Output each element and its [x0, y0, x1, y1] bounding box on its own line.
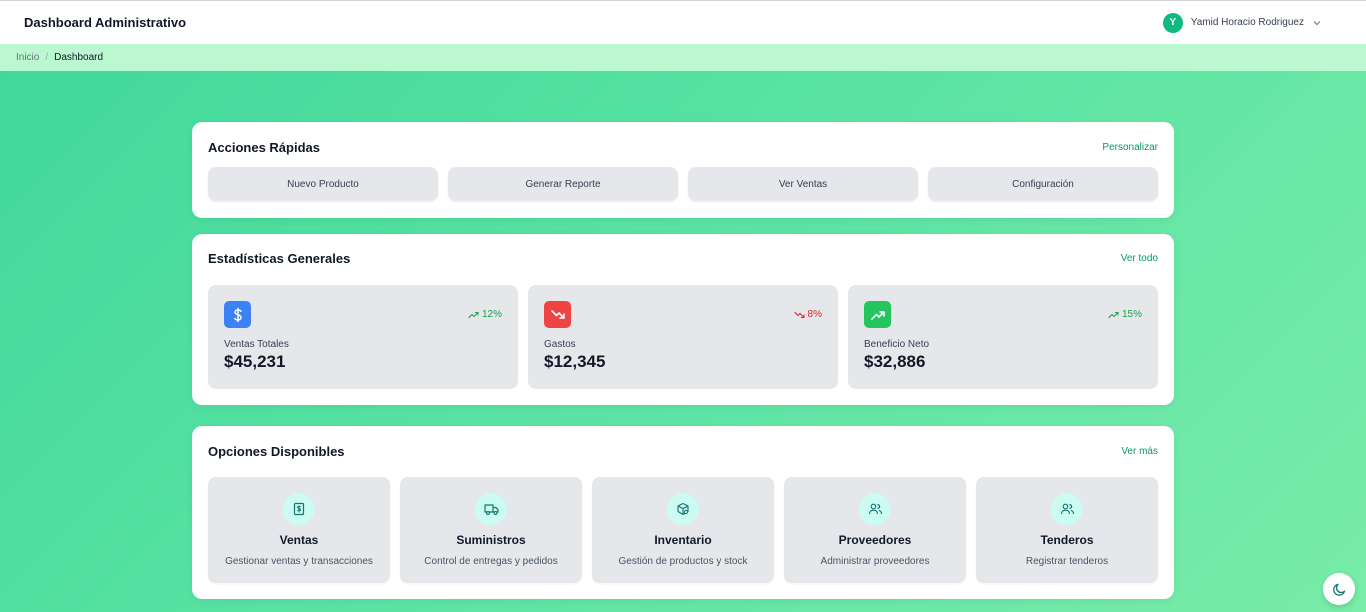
- customize-link[interactable]: Personalizar: [1102, 142, 1158, 153]
- stat-value: $12,345: [544, 352, 606, 371]
- truck-icon: [475, 493, 507, 525]
- trending-up-icon: [468, 311, 479, 318]
- view-sales-button[interactable]: Ver Ventas: [688, 167, 918, 201]
- view-all-link[interactable]: Ver todo: [1121, 253, 1158, 264]
- options-title: Opciones Disponibles: [208, 444, 345, 459]
- quick-actions-title: Acciones Rápidas: [208, 140, 320, 155]
- option-shopkeepers[interactable]: Tenderos Registrar tenderos: [976, 477, 1158, 583]
- option-description: Administrar proveedores: [820, 556, 930, 567]
- option-description: Gestión de productos y stock: [618, 556, 748, 567]
- stat-total-sales: 12% Ventas Totales $45,231: [208, 285, 518, 389]
- option-description: Registrar tenderos: [1025, 556, 1109, 567]
- stats-card: Estadísticas Generales Ver todo 12% Vent…: [192, 234, 1174, 405]
- stat-label: Ventas Totales: [224, 339, 289, 350]
- settings-button[interactable]: Configuración: [928, 167, 1158, 201]
- stat-trend: 15%: [1108, 309, 1142, 320]
- view-more-link[interactable]: Ver más: [1121, 446, 1158, 457]
- option-title: Tenderos: [1040, 533, 1094, 547]
- stat-label: Gastos: [544, 339, 576, 350]
- user-name: Yamid Horacio Rodriguez: [1190, 17, 1304, 28]
- stat-label: Beneficio Neto: [864, 339, 930, 350]
- trending-up-icon: [864, 301, 891, 328]
- chevron-down-icon: [1313, 20, 1321, 25]
- stat-trend: 12%: [468, 309, 502, 320]
- stats-title: Estadísticas Generales: [208, 251, 351, 266]
- trending-up-icon: [1108, 311, 1119, 318]
- trending-down-icon: [793, 311, 805, 318]
- new-product-button[interactable]: Nuevo Producto: [208, 167, 438, 201]
- app-title: Dashboard Administrativo: [24, 15, 187, 30]
- breadcrumb-current: Dashboard: [54, 52, 104, 63]
- theme-toggle-button[interactable]: [1323, 573, 1355, 605]
- option-inventory[interactable]: Inventario Gestión de productos y stock: [592, 477, 774, 583]
- option-suppliers[interactable]: Proveedores Administrar proveedores: [784, 477, 966, 583]
- stat-net-profit: 15% Beneficio Neto $32,886: [848, 285, 1158, 389]
- avatar: Y: [1162, 12, 1183, 33]
- breadcrumb-separator: /: [45, 52, 49, 63]
- generate-report-button[interactable]: Generar Reporte: [448, 167, 678, 201]
- options-card: Opciones Disponibles Ver más Ventas Gest…: [192, 426, 1174, 599]
- option-title: Proveedores: [838, 533, 912, 547]
- stat-trend-value: 15%: [1121, 309, 1142, 320]
- top-bar: Dashboard Administrativo Y Yamid Horacio…: [0, 0, 1366, 44]
- option-title: Inventario: [654, 533, 712, 547]
- moon-icon: [1332, 583, 1345, 596]
- breadcrumb-home-link[interactable]: Inicio: [16, 52, 39, 63]
- quick-actions-card: Acciones Rápidas Personalizar Nuevo Prod…: [192, 122, 1174, 218]
- option-supplies[interactable]: Suministros Control de entregas y pedido…: [400, 477, 582, 583]
- stat-value: $32,886: [864, 352, 926, 371]
- stat-expenses: 8% Gastos $12,345: [528, 285, 838, 389]
- stat-trend-value: 12%: [481, 309, 502, 320]
- option-title: Suministros: [456, 533, 526, 547]
- stat-value: $45,231: [224, 352, 286, 371]
- users-icon: [859, 493, 891, 525]
- package-search-icon: [667, 493, 699, 525]
- trending-down-icon: [544, 301, 571, 328]
- stat-trend-value: 8%: [807, 309, 822, 320]
- dollar-icon: [224, 301, 251, 328]
- users-icon: [1051, 493, 1083, 525]
- option-description: Gestionar ventas y transacciones: [225, 556, 373, 567]
- breadcrumb: Inicio / Dashboard: [0, 44, 1366, 71]
- receipt-icon: [283, 493, 315, 525]
- option-sales[interactable]: Ventas Gestionar ventas y transacciones: [208, 477, 390, 583]
- option-description: Control de entregas y pedidos: [424, 556, 558, 567]
- user-menu[interactable]: Y Yamid Horacio Rodriguez: [1162, 12, 1322, 33]
- option-title: Ventas: [279, 533, 319, 547]
- stat-trend: 8%: [793, 309, 822, 320]
